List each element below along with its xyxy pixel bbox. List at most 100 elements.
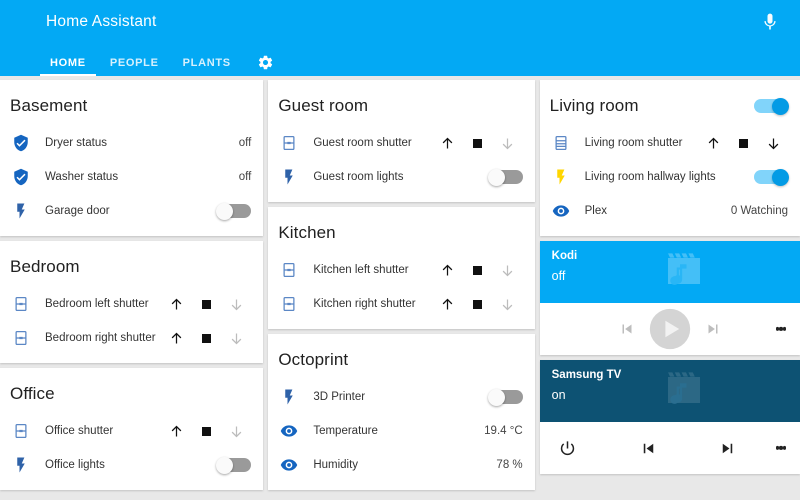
card-title-kitchen: Kitchen (278, 223, 336, 242)
eye-icon (278, 420, 300, 442)
column-2: Guest room Guest room shutter Guest room… (268, 80, 535, 500)
row-label: Washer status (45, 171, 119, 183)
toggle-living-room-hallway-lights[interactable] (754, 168, 789, 186)
row-value: off (238, 137, 252, 149)
tab-plants[interactable]: PLANTS (171, 58, 243, 76)
shutter-stop-button[interactable] (463, 291, 493, 317)
row-value: off (238, 171, 252, 183)
previous-icon[interactable] (618, 320, 636, 338)
shutter-controls (161, 325, 251, 351)
card-title-bedroom: Bedroom (10, 257, 80, 276)
row-plex[interactable]: Plex 0 Watching (540, 194, 800, 228)
shutter-icon (10, 293, 32, 315)
eye-icon (550, 200, 572, 222)
tab-people[interactable]: PEOPLE (98, 58, 171, 76)
shutter-up-button[interactable] (433, 291, 463, 317)
row-living-room-hallway-lights[interactable]: Living room hallway lights (540, 160, 800, 194)
shutter-up-button[interactable] (698, 130, 728, 156)
lightning-bolt-icon (550, 166, 572, 188)
shutter-stop-button[interactable] (191, 325, 221, 351)
previous-icon[interactable] (639, 439, 658, 458)
shutter-stop-button[interactable] (191, 418, 221, 444)
row-guest-room-lights[interactable]: Guest room lights (268, 160, 534, 194)
next-icon[interactable] (704, 320, 722, 338)
row-value: 0 Watching (730, 205, 788, 217)
shutter-down-button[interactable] (493, 130, 523, 156)
card-office: Office Office shutter Office lights (0, 368, 264, 490)
toggle-living-room-all[interactable] (754, 97, 789, 115)
dashboard-columns: Basement Dryer status off Washer status … (0, 76, 800, 500)
column-1: Basement Dryer status off Washer status … (0, 80, 264, 500)
card-title-office: Office (10, 384, 55, 403)
shutter-up-button[interactable] (161, 418, 191, 444)
row-kitchen-right-shutter[interactable]: Kitchen right shutter (268, 287, 534, 321)
toggle-3d-printer[interactable] (487, 388, 523, 406)
shutter-icon (550, 132, 572, 154)
gear-icon[interactable] (243, 54, 284, 76)
shutter-up-button[interactable] (433, 257, 463, 283)
media-card-samsung-tv: Samsung TV on (539, 360, 800, 474)
shutter-controls (433, 291, 523, 317)
microphone-icon[interactable] (760, 12, 780, 32)
shutter-down-button[interactable] (758, 130, 788, 156)
row-garage-door[interactable]: Garage door (0, 194, 263, 228)
media-card-kodi: Kodi off (539, 241, 800, 355)
shutter-controls (161, 418, 251, 444)
row-label: Guest room shutter (313, 137, 412, 149)
shutter-up-button[interactable] (433, 130, 463, 156)
shutter-down-button[interactable] (221, 325, 251, 351)
more-vert-icon[interactable] (775, 444, 786, 452)
row-label: Living room shutter (584, 137, 683, 149)
toggle-guest-room-lights[interactable] (487, 168, 523, 186)
shutter-down-button[interactable] (221, 291, 251, 317)
shutter-up-button[interactable] (161, 325, 191, 351)
shield-check-icon (10, 166, 32, 188)
row-label: Living room hallway lights (584, 171, 716, 183)
row-washer-status[interactable]: Washer status off (0, 160, 263, 194)
row-office-lights[interactable]: Office lights (0, 448, 263, 482)
more-vert-icon[interactable] (775, 325, 786, 333)
card-title-basement: Basement (10, 96, 88, 115)
row-humidity[interactable]: Humidity 78 % (268, 448, 534, 482)
row-temperature[interactable]: Temperature 19.4 °C (268, 414, 534, 448)
row-label: Office shutter (45, 425, 114, 437)
row-dryer-status[interactable]: Dryer status off (0, 126, 263, 160)
shutter-down-button[interactable] (221, 418, 251, 444)
row-value: 19.4 °C (484, 425, 523, 437)
shutter-down-button[interactable] (493, 291, 523, 317)
shutter-stop-button[interactable] (463, 257, 493, 283)
row-bedroom-left-shutter[interactable]: Bedroom left shutter (0, 287, 263, 321)
home-assistant-app: Home Assistant HOME PEOPLE PLANTS Baseme… (0, 0, 800, 500)
row-label: Guest room lights (313, 171, 404, 183)
power-icon[interactable] (558, 439, 577, 458)
shutter-stop-button[interactable] (191, 291, 221, 317)
card-title-octoprint: Octoprint (278, 350, 349, 369)
row-bedroom-right-shutter[interactable]: Bedroom right shutter (0, 321, 263, 355)
shutter-stop-button[interactable] (728, 130, 758, 156)
row-office-shutter[interactable]: Office shutter (0, 414, 263, 448)
play-icon[interactable] (648, 307, 692, 351)
row-living-room-shutter[interactable]: Living room shutter (540, 126, 800, 160)
row-label: Plex (584, 205, 608, 217)
media-controls-kodi (540, 303, 800, 355)
row-kitchen-left-shutter[interactable]: Kitchen left shutter (268, 253, 534, 287)
row-guest-room-shutter[interactable]: Guest room shutter (268, 126, 534, 160)
row-label: Office lights (45, 459, 105, 471)
card-guest-room: Guest room Guest room shutter Guest room… (268, 80, 535, 202)
row-label: Kitchen right shutter (313, 298, 416, 310)
tab-home[interactable]: HOME (38, 58, 98, 76)
row-label: Humidity (313, 459, 359, 471)
shutter-down-button[interactable] (493, 257, 523, 283)
toggle-office-lights[interactable] (216, 456, 252, 474)
shutter-controls (161, 291, 251, 317)
shutter-controls (433, 130, 523, 156)
shield-check-icon (10, 132, 32, 154)
row-3d-printer[interactable]: 3D Printer (268, 380, 534, 414)
card-octoprint: Octoprint 3D Printer Temperature 19.4 °C (268, 334, 535, 490)
toggle-garage-door[interactable] (216, 202, 252, 220)
shutter-up-button[interactable] (161, 291, 191, 317)
lightning-bolt-icon (278, 166, 300, 188)
next-icon[interactable] (718, 439, 737, 458)
shutter-icon (10, 420, 32, 442)
shutter-stop-button[interactable] (463, 130, 493, 156)
